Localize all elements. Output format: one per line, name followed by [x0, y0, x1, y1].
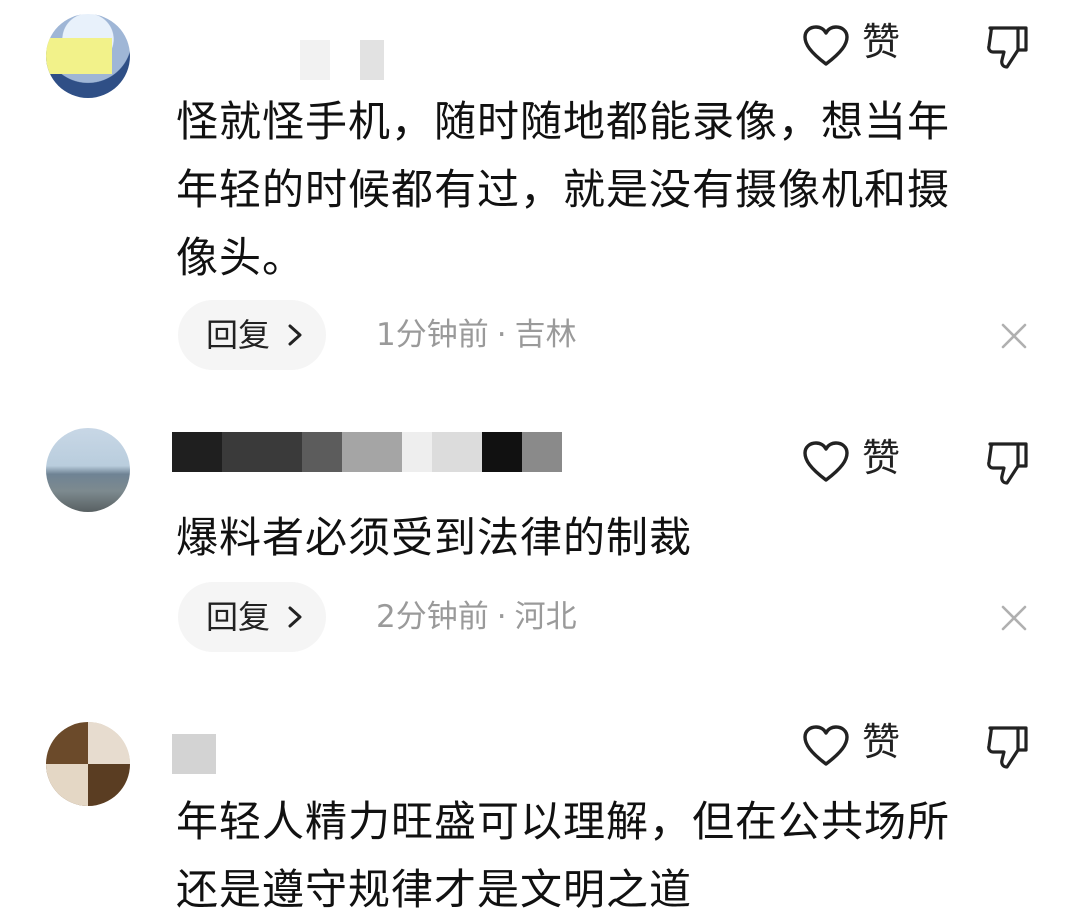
reply-label: 回复	[206, 316, 271, 354]
username-redacted	[172, 432, 562, 472]
comment-item: 赞 怪就怪手机，随时随地都能录像，想当年 年轻的时候都有过，就是没有摄像机和摄 …	[0, 0, 1080, 400]
comment-meta: 1分钟前 · 吉林	[376, 300, 577, 370]
meta-separator: ·	[496, 317, 507, 353]
reply-button[interactable]: 回复	[178, 582, 326, 652]
avatar[interactable]	[46, 14, 130, 98]
comment-text: 怪就怪手机，随时随地都能录像，想当年 年轻的时候都有过，就是没有摄像机和摄 像头…	[176, 97, 951, 282]
comment-time: 2分钟前	[376, 599, 489, 635]
avatar[interactable]	[46, 722, 130, 806]
comment-time: 1分钟前	[376, 317, 489, 353]
comment-location: 河北	[514, 599, 577, 635]
username-redacted	[300, 40, 400, 80]
like-label[interactable]: 赞	[862, 20, 900, 64]
chevron-right-icon	[288, 324, 302, 346]
close-icon[interactable]	[1000, 604, 1028, 632]
comment-item: 赞 爆料者必须受到法律的制裁 回复 2分钟前 · 河北	[0, 400, 1080, 700]
comment-text: 爆料者必须受到法律的制裁	[176, 513, 693, 562]
close-icon[interactable]	[1000, 322, 1028, 350]
reply-button[interactable]: 回复	[178, 300, 326, 370]
thumbs-down-icon[interactable]	[984, 724, 1030, 770]
like-label[interactable]: 赞	[862, 436, 900, 480]
username-redacted	[172, 734, 216, 774]
like-label[interactable]: 赞	[862, 720, 900, 764]
avatar[interactable]	[46, 428, 130, 512]
reply-label: 回复	[206, 598, 271, 636]
chevron-right-icon	[288, 606, 302, 628]
heart-icon[interactable]	[802, 24, 850, 68]
meta-separator: ·	[496, 599, 507, 635]
heart-icon[interactable]	[802, 724, 850, 768]
comment-text: 年轻人精力旺盛可以理解，但在公共场所 还是遵守规律才是文明之道	[176, 797, 951, 914]
thumbs-down-icon[interactable]	[984, 24, 1030, 70]
avatar-redaction	[46, 38, 112, 74]
comment-item: 赞 年轻人精力旺盛可以理解，但在公共场所 还是遵守规律才是文明之道	[0, 700, 1080, 914]
thumbs-down-icon[interactable]	[984, 440, 1030, 486]
comment-location: 吉林	[514, 317, 577, 353]
comment-meta: 2分钟前 · 河北	[376, 582, 577, 652]
heart-icon[interactable]	[802, 440, 850, 484]
